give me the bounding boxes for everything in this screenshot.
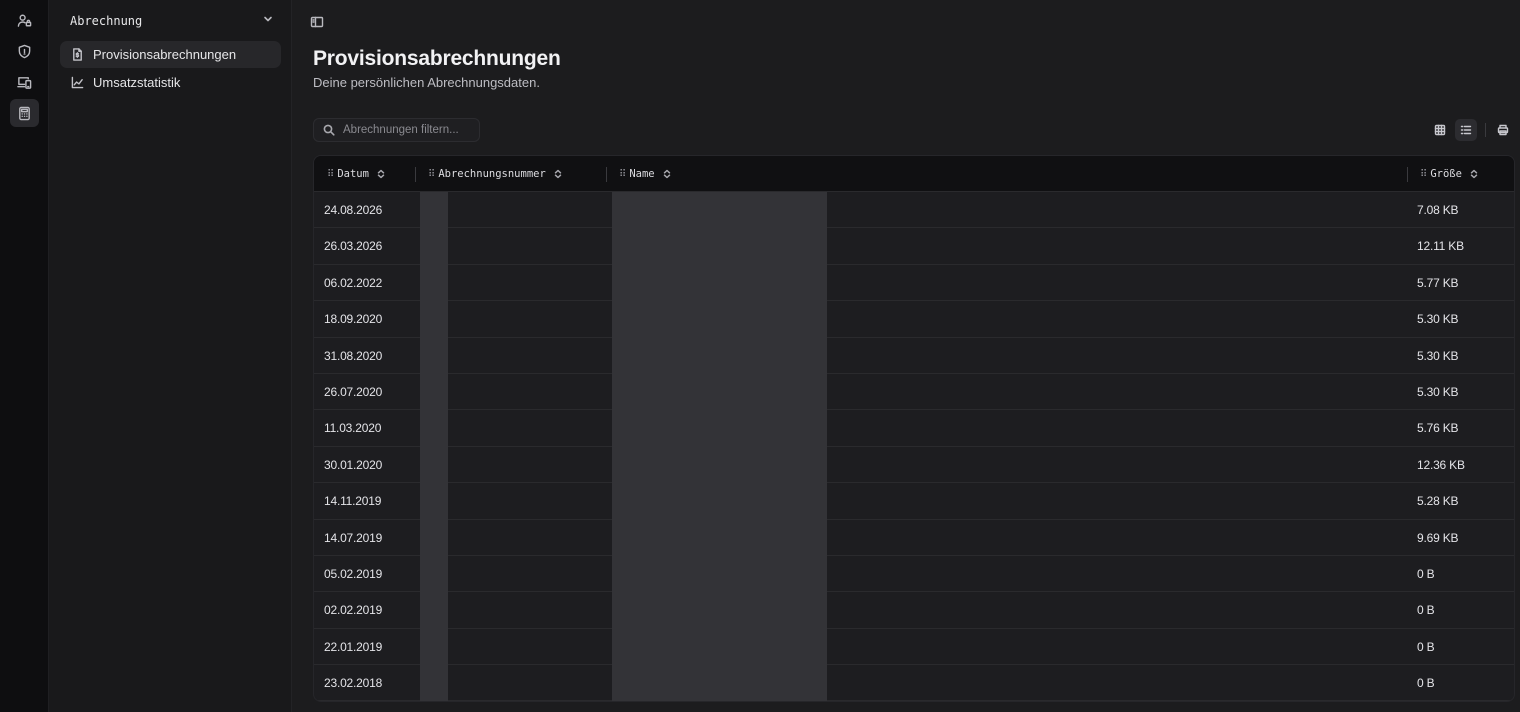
page-subtitle: Deine persönlichen Abrechnungsdaten. [313, 75, 540, 90]
page-title: Provisionsabrechnungen [313, 47, 561, 70]
shield-icon[interactable] [10, 37, 39, 65]
table-row[interactable]: 26.07.2020 5.30 KB [314, 374, 1514, 411]
cell-datum: 06.02.2022 [324, 275, 383, 290]
column-header-datum[interactable]: ⠿ Datum [327, 156, 386, 192]
toolbar-divider [1485, 123, 1486, 137]
column-header-name[interactable]: ⠿ Name [619, 156, 672, 192]
column-resizer[interactable] [415, 167, 416, 182]
cell-datum: 22.01.2019 [324, 639, 383, 654]
cell-datum: 14.07.2019 [324, 530, 383, 545]
cell-groesse: 5.30 KB [1417, 384, 1459, 399]
cell-groesse: 12.11 KB [1417, 239, 1464, 254]
table-row[interactable]: 14.07.2019 9.69 KB [314, 520, 1514, 556]
table-row[interactable]: 18.09.2020 5.30 KB [314, 301, 1514, 338]
drag-handle-icon[interactable]: ⠿ [619, 169, 626, 180]
cell-groesse: 5.77 KB [1417, 275, 1459, 290]
table-row[interactable]: 31.08.2020 5.30 KB [314, 338, 1514, 374]
cell-groesse: 5.30 KB [1417, 348, 1459, 363]
printer-icon[interactable] [1492, 119, 1514, 141]
grid-view-icon[interactable] [1429, 119, 1451, 141]
table-row[interactable]: 02.02.2019 0 B [314, 592, 1514, 629]
sort-icon[interactable] [553, 169, 563, 179]
drag-handle-icon[interactable]: ⠿ [428, 169, 435, 180]
column-resizer[interactable] [606, 167, 607, 182]
column-resizer[interactable] [1407, 167, 1408, 182]
drag-handle-icon[interactable]: ⠿ [1420, 169, 1427, 180]
settlements-table: ⠿ Datum ⠿ Abrechnungsnummer ⠿ Name ⠿ Grö… [313, 155, 1515, 702]
cell-datum: 18.09.2020 [324, 312, 383, 327]
search-icon [323, 124, 335, 136]
cell-datum: 14.11.2019 [324, 494, 382, 509]
cell-datum: 24.08.2026 [324, 203, 383, 217]
list-view-icon[interactable] [1455, 119, 1477, 141]
redacted-name [612, 192, 827, 701]
table-row[interactable]: 26.03.2026 12.11 KB [314, 228, 1514, 265]
table-header: ⠿ Datum ⠿ Abrechnungsnummer ⠿ Name ⠿ Grö… [314, 156, 1514, 192]
sidebar-toggle-icon[interactable] [310, 15, 324, 29]
column-header-groesse[interactable]: ⠿ Größe [1420, 156, 1479, 192]
cell-groesse: 12.36 KB [1417, 457, 1465, 472]
chevron-down-icon[interactable] [262, 12, 274, 30]
table-row[interactable]: 05.02.2019 0 B [314, 556, 1514, 593]
cell-groesse: 5.28 KB [1417, 494, 1459, 509]
sort-icon[interactable] [662, 169, 672, 179]
cell-datum: 30.01.2020 [324, 457, 383, 472]
cell-datum: 26.03.2026 [324, 239, 383, 254]
cell-groesse: 0 B [1417, 603, 1435, 618]
table-row[interactable]: 06.02.2022 5.77 KB [314, 265, 1514, 302]
sort-icon[interactable] [1469, 169, 1479, 179]
cell-groesse: 5.30 KB [1417, 312, 1459, 327]
cell-datum: 23.02.2018 [324, 676, 383, 691]
cell-groesse: 9.69 KB [1417, 530, 1459, 545]
search-input[interactable] [343, 124, 473, 136]
table-row[interactable]: 30.01.2020 12.36 KB [314, 447, 1514, 484]
column-header-label: Datum [337, 168, 369, 180]
cell-datum: 02.02.2019 [324, 603, 383, 618]
cell-groesse: 5.76 KB [1417, 421, 1459, 436]
table-row[interactable]: 23.02.2018 0 B [314, 665, 1514, 701]
table-row[interactable]: 11.03.2020 5.76 KB [314, 410, 1514, 447]
drag-handle-icon[interactable]: ⠿ [327, 169, 334, 180]
sidebar-item-label: Umsatzstatistik [93, 75, 181, 90]
file-dollar-icon [73, 48, 82, 61]
table-body: 24.08.2026 7.08 KB 26.03.2026 12.11 KB 06.02… [314, 192, 1514, 701]
icon-rail [0, 0, 49, 712]
search-box[interactable] [313, 118, 480, 142]
calculator-icon[interactable] [10, 99, 39, 127]
cell-datum: 31.08.2020 [324, 348, 383, 363]
user-lock-icon[interactable] [10, 6, 39, 34]
redacted-abrechnungsnummer [420, 192, 448, 701]
cell-groesse: 0 B [1417, 566, 1435, 581]
cell-groesse: 7.08 KB [1417, 203, 1459, 217]
sidebar-section-header[interactable]: Abrechnung [70, 13, 274, 29]
table-row[interactable]: 14.11.2019 5.28 KB [314, 483, 1514, 520]
column-header-label: Abrechnungsnummer [438, 168, 546, 180]
sidebar-item-provisionsabrechnungen[interactable]: Provisionsabrechnungen [60, 41, 281, 68]
table-row[interactable]: 24.08.2026 7.08 KB [314, 192, 1514, 229]
cell-datum: 05.02.2019 [324, 566, 383, 581]
cell-datum: 26.07.2020 [324, 384, 383, 399]
sidebar-section-title: Abrechnung [70, 14, 143, 28]
line-chart-icon [71, 76, 84, 89]
sort-icon[interactable] [376, 169, 386, 179]
cell-datum: 11.03.2020 [324, 421, 382, 436]
column-header-abrechnungsnummer[interactable]: ⠿ Abrechnungsnummer [428, 156, 563, 192]
sidebar-item-umsatzstatistik[interactable]: Umsatzstatistik [60, 69, 281, 96]
devices-icon[interactable] [10, 68, 39, 96]
column-header-label: Größe [1430, 168, 1462, 180]
main-content: Provisionsabrechnungen Deine persönliche… [292, 0, 1520, 712]
cell-groesse: 0 B [1417, 639, 1435, 654]
cell-groesse: 0 B [1417, 676, 1435, 691]
column-header-label: Name [629, 168, 655, 180]
sidebar: Abrechnung Provisionsabrechnungen Umsatz… [49, 0, 292, 712]
table-row[interactable]: 22.01.2019 0 B [314, 629, 1514, 666]
sidebar-item-label: Provisionsabrechnungen [93, 47, 237, 62]
